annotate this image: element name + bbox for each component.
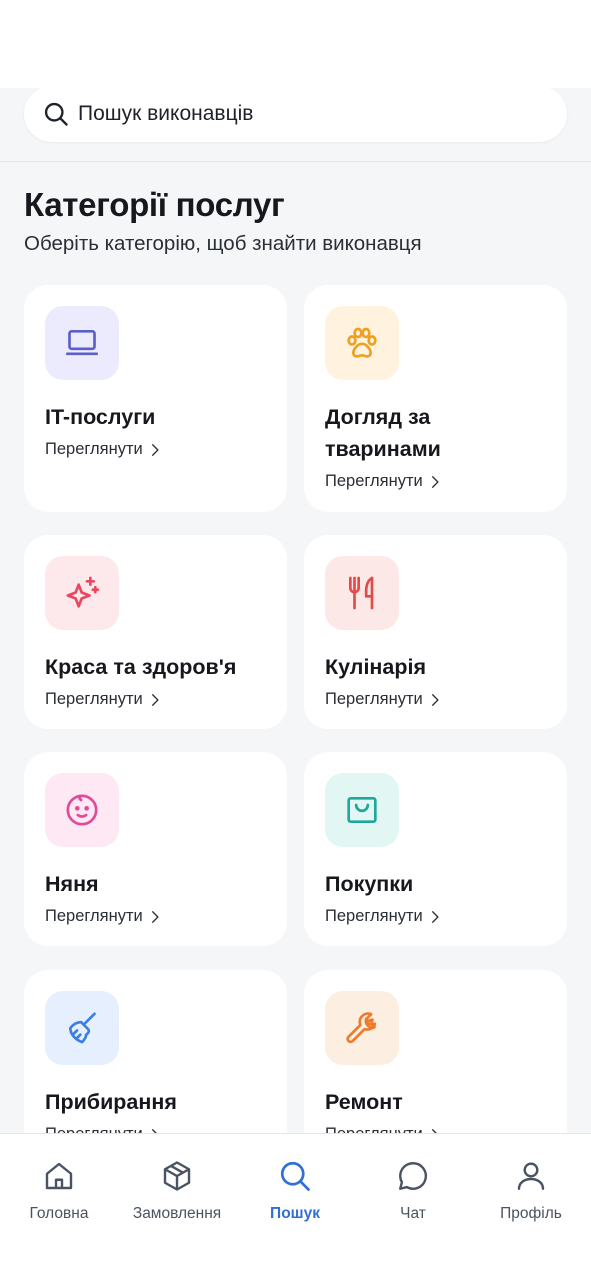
nav-item-search[interactable]: Пошук (236, 1158, 354, 1223)
chevron-right-icon (151, 693, 159, 706)
category-card-nanny[interactable]: Няня Переглянути (24, 752, 287, 946)
nav-label: Пошук (270, 1205, 320, 1222)
home-icon (45, 1162, 73, 1190)
nav-label: Чат (400, 1205, 426, 1222)
category-icon-box (325, 556, 399, 630)
sparkles-icon (66, 576, 100, 608)
view-label: Переглянути (325, 907, 423, 925)
category-card-shopping[interactable]: Покупки Переглянути (304, 752, 567, 946)
view-link[interactable]: Переглянути (325, 472, 442, 491)
category-icon-box (45, 306, 119, 380)
category-card-beauty[interactable]: Краса та здоров'я Переглянути (24, 535, 287, 729)
search-icon (44, 102, 68, 126)
view-label: Переглянути (45, 690, 143, 708)
nav-item-profile[interactable]: Профіль (472, 1158, 590, 1223)
package-icon (163, 1161, 191, 1191)
laptop-icon (66, 330, 98, 356)
nav-label: Профіль (500, 1205, 562, 1222)
category-title: Няня (45, 872, 99, 896)
wrench-icon (346, 1012, 377, 1044)
chevron-right-icon (151, 910, 159, 923)
category-title: Прибирання (45, 1090, 177, 1114)
chevron-right-icon (431, 910, 439, 923)
search-icon (280, 1161, 310, 1191)
view-link[interactable]: Переглянути (45, 440, 162, 459)
user-icon (517, 1162, 545, 1190)
bottom-navigation: Головна Замовлення Пошук Чат Профіль (0, 1133, 591, 1280)
category-title: Краса та здоров'я (45, 655, 237, 679)
category-card-it[interactable]: IT-послуги Переглянути (24, 285, 287, 512)
chevron-right-icon (431, 693, 439, 706)
shopping-bag-icon (347, 797, 377, 823)
chevron-right-icon (431, 475, 439, 488)
broom-icon (69, 1012, 96, 1044)
category-icon-box (325, 991, 399, 1065)
nav-item-orders[interactable]: Замовлення (118, 1158, 236, 1223)
utensils-icon (349, 576, 374, 610)
view-label: Переглянути (325, 472, 423, 490)
nav-label: Головна (29, 1205, 89, 1222)
nav-item-home[interactable]: Головна (0, 1158, 118, 1223)
category-title: Ремонт (325, 1090, 403, 1114)
view-label: Переглянути (45, 440, 143, 458)
page-title: Категорії послуг (24, 186, 285, 223)
category-card-pets[interactable]: Догляд за тваринами Переглянути (304, 285, 567, 512)
view-link[interactable]: Переглянути (325, 690, 442, 709)
category-icon-box (325, 773, 399, 847)
page-subtitle: Оберіть категорію, щоб знайти виконавця (24, 232, 422, 255)
category-icon-box (45, 773, 119, 847)
paw-icon (347, 327, 377, 358)
category-title: Покупки (325, 872, 414, 896)
category-card-cooking[interactable]: Кулінарія Переглянути (304, 535, 567, 729)
category-title: Кулінарія (325, 655, 427, 679)
view-label: Переглянути (45, 907, 143, 925)
category-title: IT-послуги (45, 405, 156, 429)
chevron-right-icon (151, 443, 159, 456)
chat-icon (399, 1162, 428, 1190)
category-icon-box (45, 556, 119, 630)
search-input[interactable] (78, 102, 518, 126)
view-link[interactable]: Переглянути (325, 907, 442, 926)
baby-icon (66, 794, 98, 826)
view-link[interactable]: Переглянути (45, 907, 162, 926)
status-bar-area (0, 0, 591, 88)
nav-item-chat[interactable]: Чат (354, 1158, 472, 1223)
category-icon-box (325, 306, 399, 380)
category-title: Догляд за тваринами (325, 405, 441, 461)
category-icon-box (45, 991, 119, 1065)
view-link[interactable]: Переглянути (45, 690, 162, 709)
view-label: Переглянути (325, 690, 423, 708)
search-field[interactable] (24, 86, 567, 142)
nav-label: Замовлення (132, 1205, 222, 1222)
